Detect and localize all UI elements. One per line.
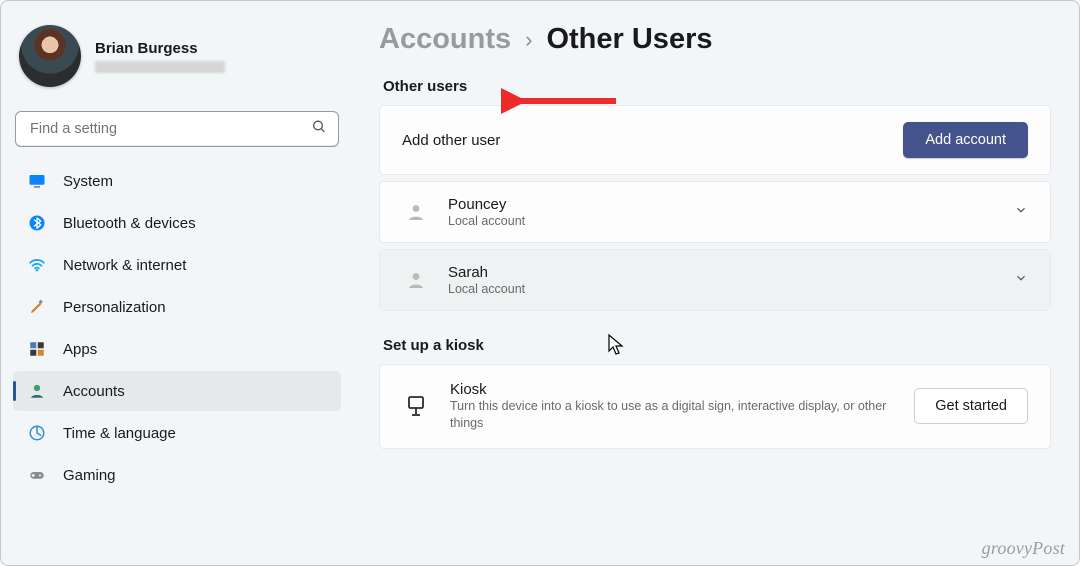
- kiosk-icon: [402, 392, 430, 420]
- user-row-pouncey[interactable]: Pouncey Local account: [379, 181, 1051, 243]
- paintbrush-icon: [27, 297, 47, 317]
- sidebar: Brian Burgess System Bluetooth & devi: [1, 1, 353, 565]
- kiosk-section: Set up a kiosk Kiosk Turn this device in…: [379, 337, 1051, 449]
- user-row-sarah[interactable]: Sarah Local account: [379, 249, 1051, 311]
- avatar[interactable]: [19, 25, 81, 87]
- kiosk-desc: Turn this device into a kiosk to use as …: [450, 398, 894, 432]
- watermark: groovyPost: [982, 538, 1065, 559]
- main-content: Accounts › Other Users Other users Add o…: [353, 1, 1079, 565]
- sidebar-item-bluetooth[interactable]: Bluetooth & devices: [13, 203, 341, 243]
- nav-label: Personalization: [63, 299, 166, 316]
- kiosk-text: Kiosk Turn this device into a kiosk to u…: [450, 381, 894, 432]
- nav-label: Apps: [63, 341, 97, 358]
- person-icon: [402, 198, 430, 226]
- sidebar-item-time-language[interactable]: Time & language: [13, 413, 341, 453]
- breadcrumb: Accounts › Other Users: [379, 23, 1051, 56]
- profile-email-redacted: [95, 61, 225, 73]
- nav-label: Accounts: [63, 383, 125, 400]
- breadcrumb-parent[interactable]: Accounts: [379, 23, 511, 56]
- add-other-user-label: Add other user: [402, 132, 885, 149]
- user-subtitle: Local account: [448, 214, 996, 228]
- get-started-button[interactable]: Get started: [914, 388, 1028, 424]
- search-input[interactable]: [15, 111, 339, 147]
- chevron-down-icon: [1014, 203, 1028, 222]
- nav-label: Time & language: [63, 425, 176, 442]
- wifi-icon: [27, 255, 47, 275]
- person-icon: [27, 381, 47, 401]
- settings-window: Brian Burgess System Bluetooth & devi: [0, 0, 1080, 566]
- sidebar-item-system[interactable]: System: [13, 161, 341, 201]
- sidebar-item-gaming[interactable]: Gaming: [13, 455, 341, 495]
- gamepad-icon: [27, 465, 47, 485]
- profile-text: Brian Burgess: [95, 40, 225, 73]
- nav-label: Gaming: [63, 467, 116, 484]
- user-text: Sarah Local account: [448, 264, 996, 296]
- other-users-heading: Other users: [383, 78, 1051, 95]
- sidebar-item-network[interactable]: Network & internet: [13, 245, 341, 285]
- nav-label: Bluetooth & devices: [63, 215, 196, 232]
- sidebar-item-personalization[interactable]: Personalization: [13, 287, 341, 327]
- chevron-down-icon: [1014, 271, 1028, 290]
- add-other-user-card: Add other user Add account: [379, 105, 1051, 175]
- sidebar-item-apps[interactable]: Apps: [13, 329, 341, 369]
- search-icon[interactable]: [311, 119, 327, 140]
- kiosk-card: Kiosk Turn this device into a kiosk to u…: [379, 364, 1051, 449]
- bluetooth-icon: [27, 213, 47, 233]
- user-subtitle: Local account: [448, 282, 996, 296]
- nav-list: System Bluetooth & devices Network & int…: [13, 161, 341, 495]
- breadcrumb-current: Other Users: [546, 23, 712, 56]
- system-icon: [27, 171, 47, 191]
- profile-name: Brian Burgess: [95, 40, 225, 57]
- kiosk-heading: Set up a kiosk: [383, 337, 1051, 354]
- nav-label: System: [63, 173, 113, 190]
- kiosk-title: Kiosk: [450, 381, 894, 398]
- profile-block[interactable]: Brian Burgess: [13, 15, 341, 105]
- apps-icon: [27, 339, 47, 359]
- chevron-right-icon: ›: [525, 27, 532, 53]
- user-text: Pouncey Local account: [448, 196, 996, 228]
- nav-label: Network & internet: [63, 257, 186, 274]
- add-account-button[interactable]: Add account: [903, 122, 1028, 158]
- search-container: [15, 111, 339, 147]
- globe-clock-icon: [27, 423, 47, 443]
- user-name: Pouncey: [448, 196, 996, 213]
- user-name: Sarah: [448, 264, 996, 281]
- sidebar-item-accounts[interactable]: Accounts: [13, 371, 341, 411]
- person-icon: [402, 266, 430, 294]
